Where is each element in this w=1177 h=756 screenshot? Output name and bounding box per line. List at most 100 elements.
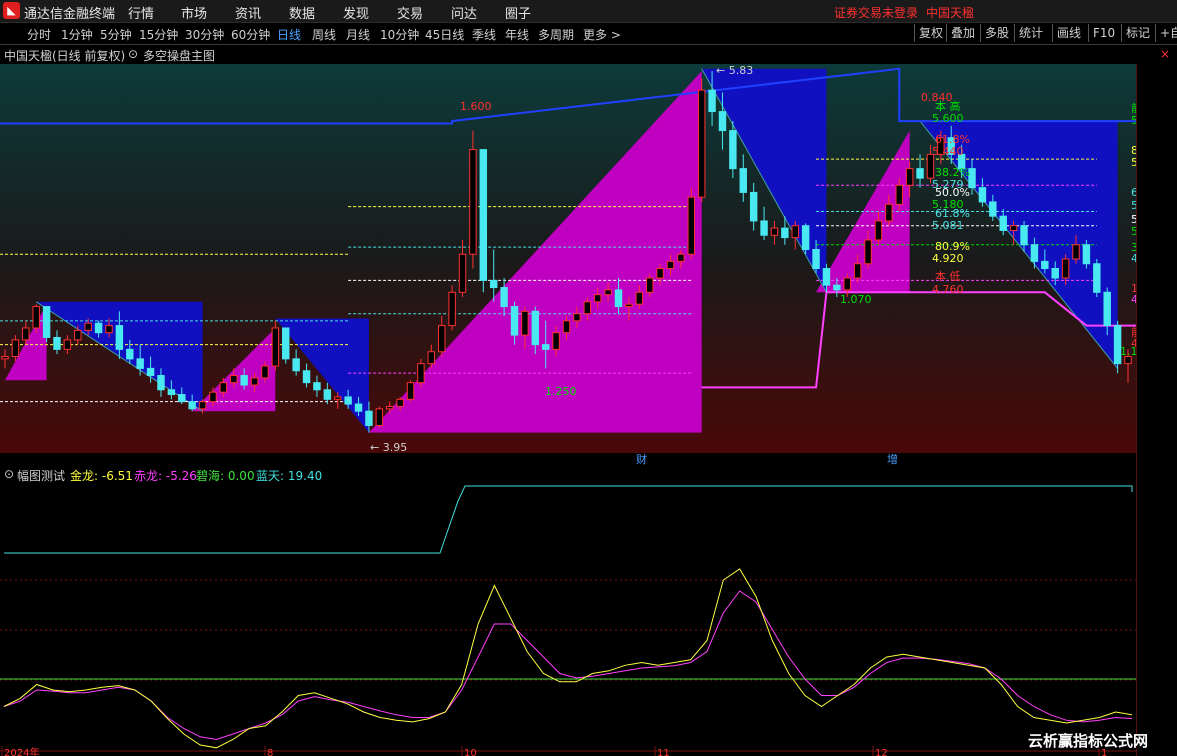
candle-body	[645, 277, 654, 293]
close-icon[interactable]: ×	[1160, 47, 1170, 61]
menu-item-6[interactable]: 问达	[451, 3, 477, 22]
indicator-chart[interactable]: 2024年 8 10 11 12 1	[0, 484, 1136, 756]
candle-body	[375, 408, 384, 426]
indicator-value-0: 金龙: -6.51	[70, 469, 133, 483]
candle-body	[334, 396, 342, 400]
tool-button-0[interactable]: 复权	[914, 24, 943, 42]
candle-body	[677, 253, 685, 262]
indicator-switch-icon-2[interactable]: ⊙	[4, 467, 14, 481]
candle-body	[1020, 225, 1028, 246]
candle-body	[573, 313, 581, 322]
candle-body	[230, 375, 238, 384]
period-tab-6[interactable]: 日线	[277, 26, 301, 43]
date-label: 12	[875, 748, 888, 756]
candle-body	[916, 168, 924, 179]
candle-body	[1009, 225, 1018, 231]
date-label: 10	[464, 748, 477, 756]
candle-body	[999, 215, 1007, 231]
candle-body	[282, 327, 290, 360]
candle-body	[209, 391, 217, 403]
candle-body	[396, 398, 404, 407]
tool-button-7[interactable]: +自	[1155, 24, 1177, 42]
candle-body	[32, 306, 40, 329]
candle-body	[178, 394, 186, 403]
candle-body	[1041, 260, 1049, 270]
candle-body	[219, 382, 228, 393]
menu-item-1[interactable]: 市场	[181, 3, 207, 22]
candle-body	[63, 339, 72, 350]
period-tab-4[interactable]: 30分钟	[185, 26, 224, 43]
event-marker-zeng[interactable]: 增	[887, 451, 898, 467]
menu-item-7[interactable]: 圈子	[505, 3, 531, 22]
watermark: 云析赢指标公式网	[1028, 732, 1149, 750]
candle-body	[448, 291, 456, 327]
candle-body	[427, 351, 436, 365]
menu-item-4[interactable]: 发现	[343, 3, 369, 22]
candle-body	[365, 410, 373, 426]
app-title: 通达信金融终端	[24, 7, 116, 22]
candle-body	[812, 248, 820, 270]
period-tab-9[interactable]: 10分钟	[380, 26, 419, 43]
tool-button-6[interactable]: 标记	[1121, 24, 1150, 42]
candle-body	[42, 306, 51, 338]
candle-body	[895, 184, 903, 205]
tool-button-3[interactable]: 统计	[1014, 24, 1043, 42]
candle-body	[250, 377, 259, 386]
candle-body	[1030, 244, 1039, 262]
candle-body	[531, 310, 540, 346]
period-tab-12[interactable]: 年线	[505, 26, 529, 43]
menu-item-0[interactable]: 行情	[128, 3, 154, 22]
main-kline-chart[interactable]: 1.6001.250← 3.95← 5.830.8401.0701.100本 高…	[0, 64, 1136, 454]
indicator-switch-icon[interactable]: ⊙	[128, 47, 138, 61]
candle-body	[198, 401, 207, 410]
candle-body	[469, 149, 477, 255]
main-indicator-name[interactable]: 多空操盘主图	[143, 47, 215, 64]
menu-bar: ◣ 通达信金融终端 行情 市场 资讯 数据 发现 交易 问达 圈子 证券交易未登录 中国天楹	[0, 0, 1177, 23]
candle-body	[354, 403, 363, 412]
candle-body	[1103, 291, 1111, 327]
period-tab-10[interactable]: 45日线	[425, 26, 464, 43]
candle-body	[271, 327, 280, 367]
candle-body	[749, 191, 758, 222]
period-tab-7[interactable]: 周线	[312, 26, 336, 43]
event-marker-cai[interactable]: 财	[636, 451, 647, 467]
period-tab-1[interactable]: 1分钟	[61, 26, 93, 43]
candle-body	[510, 306, 519, 336]
candle-body	[822, 268, 831, 286]
period-tab-0[interactable]: 分时	[27, 26, 51, 43]
period-tab-2[interactable]: 5分钟	[100, 26, 132, 43]
period-tab-8[interactable]: 月线	[346, 26, 370, 43]
status-stock-name: 中国天楹	[926, 6, 975, 20]
tool-button-5[interactable]: F10	[1088, 24, 1115, 42]
period-tab-11[interactable]: 季线	[472, 26, 496, 43]
candle-body	[562, 320, 571, 334]
menu-item-3[interactable]: 数据	[289, 3, 315, 22]
candle-body	[864, 239, 872, 265]
indicator-value-1: 赤龙: -5.26	[134, 469, 197, 483]
candle-body	[760, 220, 768, 236]
fib-label: 本 低	[935, 269, 961, 283]
period-tab-3[interactable]: 15分钟	[139, 26, 178, 43]
menu-item-2[interactable]: 资讯	[235, 3, 261, 22]
candle-body	[635, 291, 644, 305]
fib-label: 5.081	[932, 219, 964, 232]
date-label: 8	[267, 748, 273, 756]
tool-button-1[interactable]: 叠加	[946, 24, 975, 42]
menu-item-5[interactable]: 交易	[397, 3, 423, 22]
period-tab-13[interactable]: 多周期	[538, 26, 574, 43]
period-tab-14[interactable]: 更多 >	[583, 26, 621, 43]
period-tab-5[interactable]: 60分钟	[231, 26, 270, 43]
candle-body	[593, 294, 602, 303]
candle-body	[853, 263, 862, 279]
fib-label: 5.440	[932, 145, 964, 158]
tool-button-2[interactable]: 多股	[980, 24, 1009, 42]
tool-button-4[interactable]: 画线	[1052, 24, 1081, 42]
stock-title: 中国天楹(日线 前复权)	[4, 49, 126, 63]
candle-body	[1061, 258, 1070, 279]
candle-body	[136, 358, 144, 369]
login-status[interactable]: 证券交易未登录	[834, 4, 918, 21]
candle-body	[801, 225, 810, 250]
indicator-name[interactable]: 幅图测试	[17, 467, 65, 484]
candle-body	[479, 149, 488, 281]
period-toolbar: 分时 1分钟 5分钟 15分钟 30分钟 60分钟 日线 周线 月线 10分钟 45日线 季线 年线 多周…	[0, 23, 1177, 45]
